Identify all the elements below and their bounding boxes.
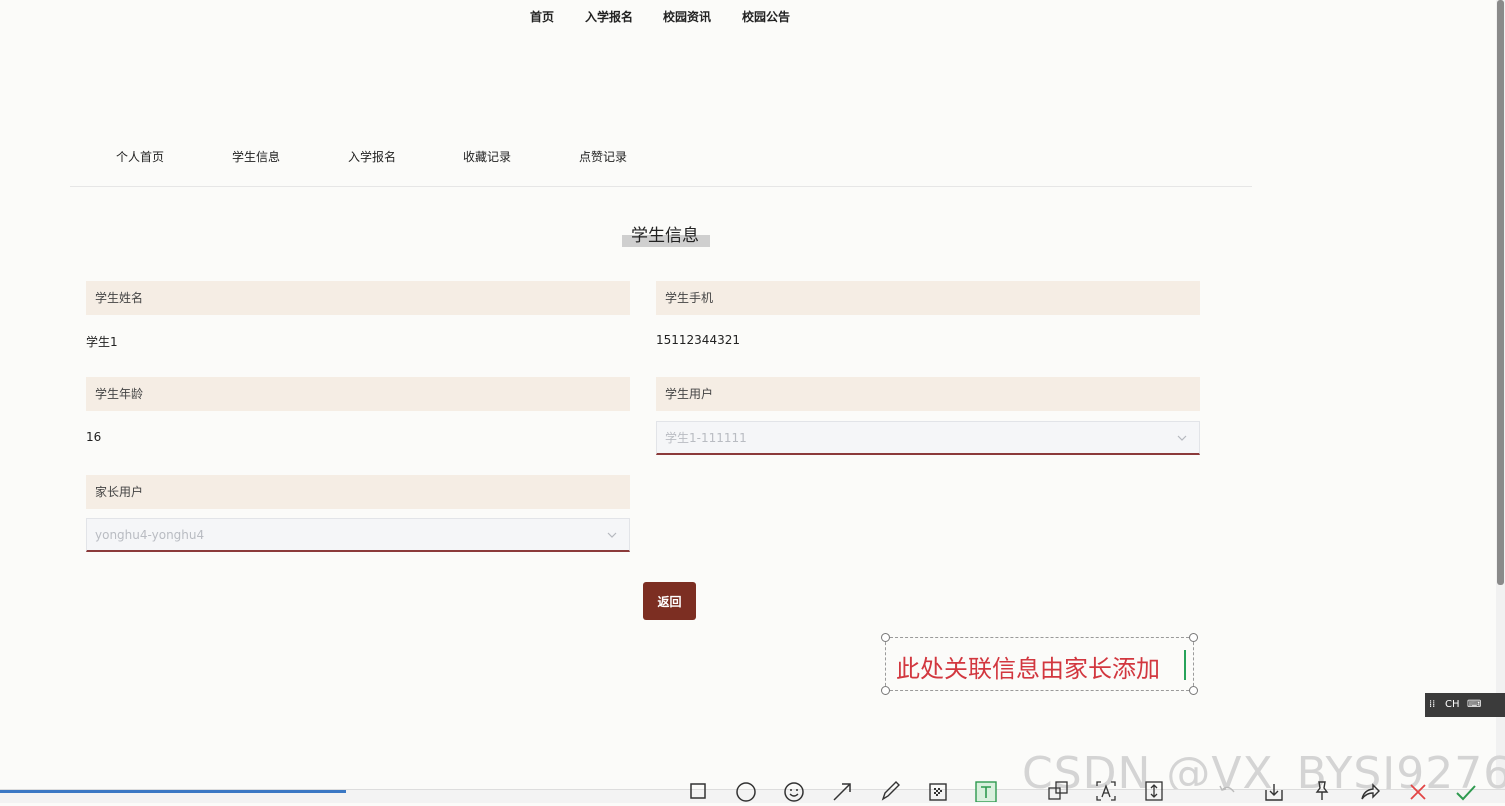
keyboard-icon: ⌨ (1467, 699, 1482, 710)
nav-campus-news[interactable]: 校园资讯 (663, 8, 711, 25)
resize-handle[interactable] (881, 633, 890, 642)
nav-enrollment[interactable]: 入学报名 (585, 8, 633, 25)
emoji-tool-icon[interactable] (782, 778, 806, 802)
ime-language: CH (1445, 699, 1460, 710)
progress-bar (0, 790, 346, 793)
parent-user-selected: yonghu4-yonghu4 (95, 528, 205, 542)
back-button[interactable]: 返回 (643, 582, 696, 620)
ime-grid-icon: ⁞⁞ (1429, 699, 1436, 710)
tab-likes[interactable]: 点赞记录 (579, 148, 627, 165)
text-annotation-box[interactable]: 此处关联信息由家长添加 (881, 633, 1198, 695)
text-tool-icon[interactable] (974, 778, 998, 803)
top-nav: 首页 入学报名 校园资讯 校园公告 (0, 8, 1320, 28)
nav-campus-notice[interactable]: 校园公告 (742, 8, 790, 25)
text-caret (1184, 650, 1186, 680)
resize-handle[interactable] (1189, 686, 1198, 695)
share-icon[interactable] (1358, 778, 1382, 802)
student-user-select[interactable]: 学生1-111111 (656, 421, 1200, 455)
student-user-selected: 学生1-111111 (665, 431, 747, 445)
annotation-text[interactable]: 此处关联信息由家长添加 (896, 649, 1160, 684)
student-age-value: 16 (86, 430, 102, 444)
translate-tool-icon[interactable] (1046, 778, 1070, 802)
student-name-label: 学生姓名 (86, 281, 630, 315)
student-phone-label: 学生手机 (656, 281, 1200, 315)
student-phone-value: 15112344321 (656, 333, 740, 347)
close-icon[interactable] (1406, 778, 1430, 802)
parent-user-select[interactable]: yonghu4-yonghu4 (86, 518, 630, 552)
rectangle-tool-icon[interactable] (686, 778, 710, 802)
nav-home[interactable]: 首页 (530, 8, 554, 25)
student-name-value: 学生1 (86, 335, 118, 349)
vertical-scrollbar[interactable] (1496, 0, 1505, 790)
parent-user-label: 家长用户 (86, 475, 630, 509)
confirm-check-icon[interactable] (1454, 778, 1478, 802)
tab-student-info[interactable]: 学生信息 (232, 148, 280, 165)
tab-personal-home[interactable]: 个人首页 (116, 148, 164, 165)
chevron-down-icon (605, 519, 619, 551)
tab-favorites[interactable]: 收藏记录 (463, 148, 511, 165)
undo-icon[interactable] (1214, 778, 1238, 802)
pin-icon[interactable] (1310, 778, 1334, 802)
chevron-down-icon (1175, 422, 1189, 454)
resize-handle[interactable] (1189, 633, 1198, 642)
scrollbar-thumb[interactable] (1497, 0, 1504, 585)
tab-enrollment[interactable]: 入学报名 (348, 148, 396, 165)
long-screenshot-icon[interactable] (1142, 778, 1166, 802)
arrow-tool-icon[interactable] (830, 778, 854, 802)
student-age-label: 学生年龄 (86, 377, 630, 411)
circle-tool-icon[interactable] (734, 778, 758, 802)
page-title: 学生信息 (631, 226, 699, 246)
ime-indicator[interactable]: ⁞⁞ CH ⌨ (1425, 693, 1505, 717)
user-center-nav: 个人首页 学生信息 入学报名 收藏记录 点赞记录 (70, 146, 1252, 187)
pencil-tool-icon[interactable] (878, 778, 902, 802)
student-user-label: 学生用户 (656, 377, 1200, 411)
resize-handle[interactable] (881, 686, 890, 695)
mosaic-tool-icon[interactable] (926, 778, 950, 802)
screenshot-toolbar (680, 778, 1500, 803)
download-icon[interactable] (1262, 778, 1286, 802)
ocr-tool-icon[interactable] (1094, 778, 1118, 802)
